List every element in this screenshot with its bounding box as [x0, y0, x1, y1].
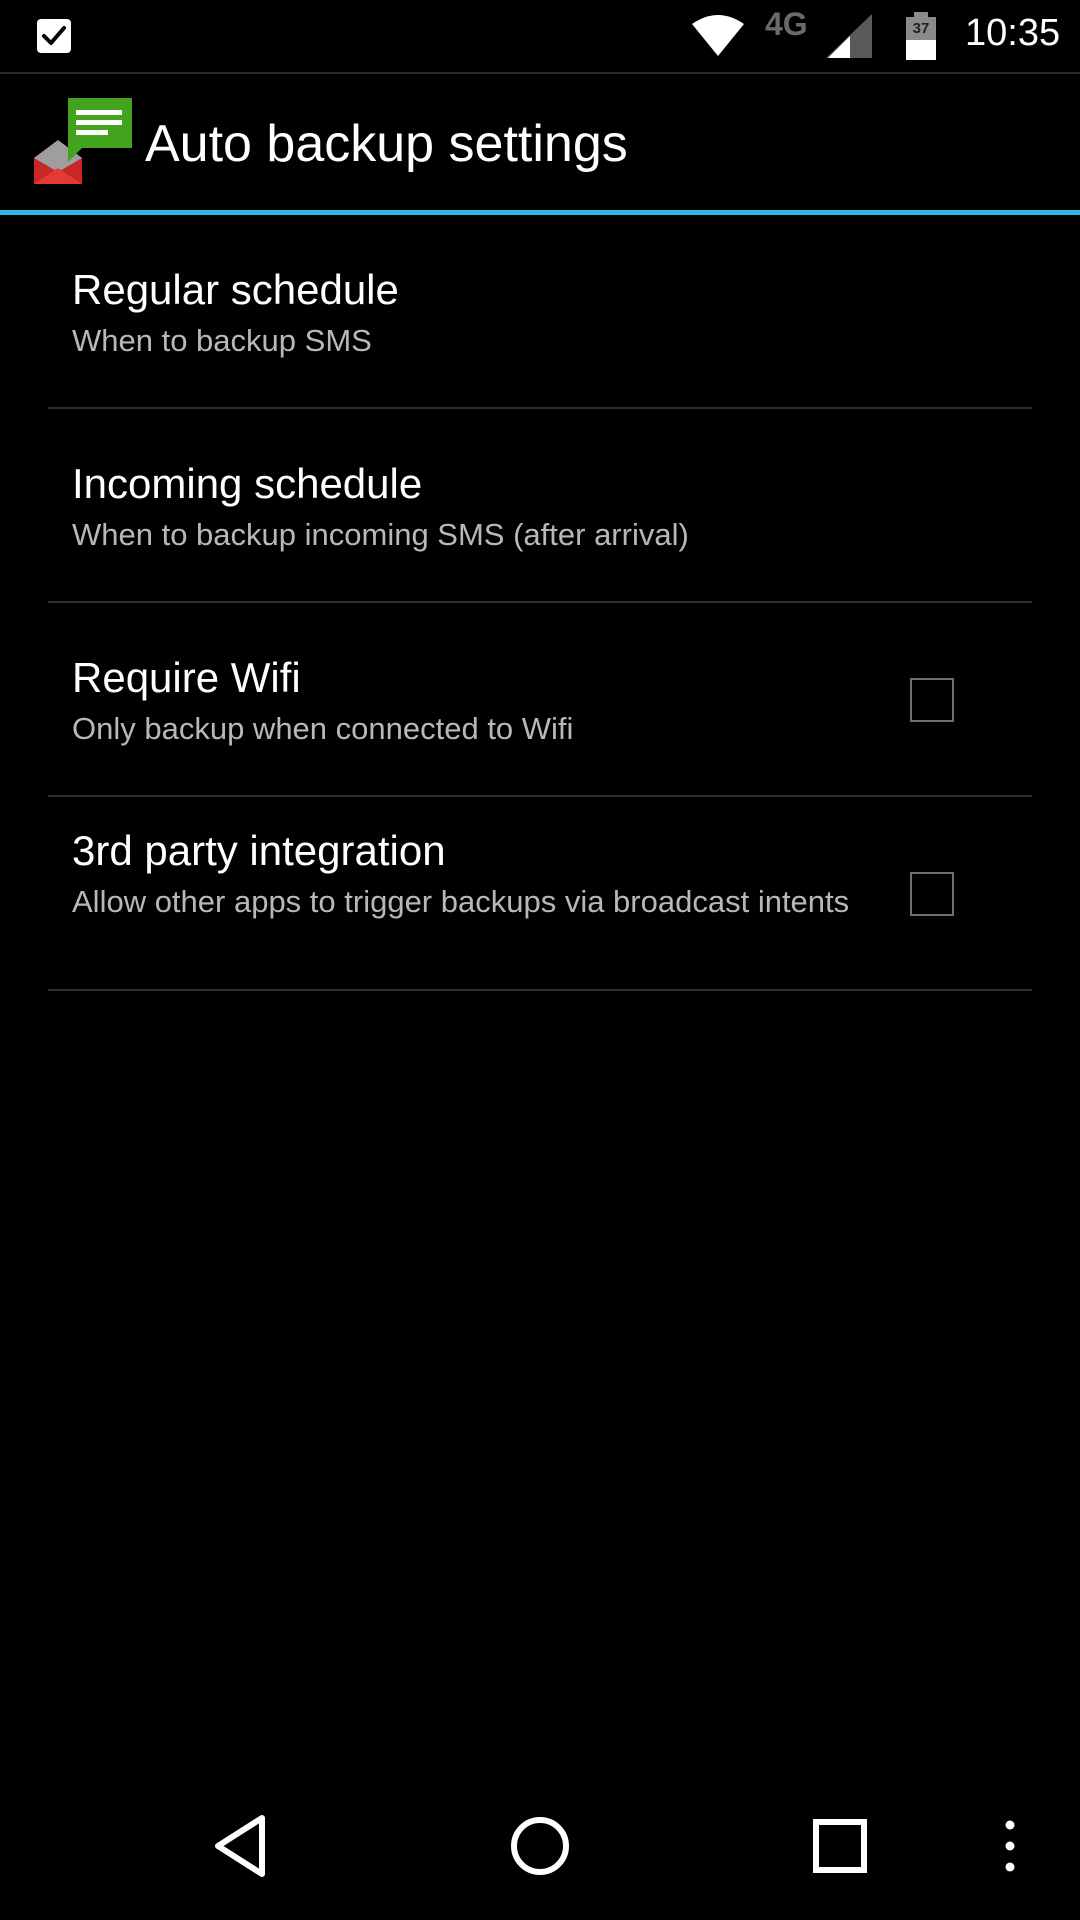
wifi-icon — [692, 15, 744, 56]
pref-title: Require Wifi — [72, 654, 301, 701]
status-time: 10:35 — [965, 12, 1061, 54]
list-divider — [48, 989, 1032, 991]
pref-third-party-integration[interactable]: 3rd party integration Allow other apps t… — [0, 797, 1080, 991]
recents-icon[interactable] — [800, 1806, 880, 1886]
cell-signal-icon — [826, 14, 872, 58]
pref-summary: When to backup SMS — [72, 323, 372, 358]
network-type: 4G — [765, 6, 808, 42]
require-wifi-checkbox[interactable] — [910, 678, 954, 722]
battery-level: 37 — [912, 20, 930, 37]
pref-summary: When to backup incoming SMS (after arriv… — [72, 517, 689, 552]
third-party-integration-checkbox[interactable] — [910, 872, 954, 916]
pref-title: Regular schedule — [72, 266, 399, 313]
page-title: Auto backup settings — [145, 115, 628, 173]
pref-summary: Only backup when connected to Wifi — [72, 711, 574, 746]
pref-regular-schedule[interactable]: Regular schedule When to backup SMS — [0, 215, 1080, 409]
navigation-bar — [0, 1776, 1080, 1920]
back-icon[interactable] — [200, 1806, 280, 1886]
action-bar: Auto backup settings — [0, 74, 1080, 210]
pref-title: Incoming schedule — [72, 460, 423, 507]
pref-title: 3rd party integration — [72, 827, 446, 874]
preference-list: Regular schedule When to backup SMS Inco… — [0, 215, 1080, 991]
overflow-menu-icon[interactable] — [980, 1806, 1040, 1886]
pref-incoming-schedule[interactable]: Incoming schedule When to backup incomin… — [0, 409, 1080, 603]
pref-summary: Allow other apps to trigger backups via … — [72, 884, 850, 919]
home-icon[interactable] — [500, 1806, 580, 1886]
sms-backup-app-icon[interactable] — [34, 96, 134, 196]
pref-require-wifi[interactable]: Require Wifi Only backup when connected … — [0, 603, 1080, 797]
checkbox-notification-icon — [37, 19, 71, 53]
status-bar: 4G 37 10:35 — [0, 0, 1080, 72]
